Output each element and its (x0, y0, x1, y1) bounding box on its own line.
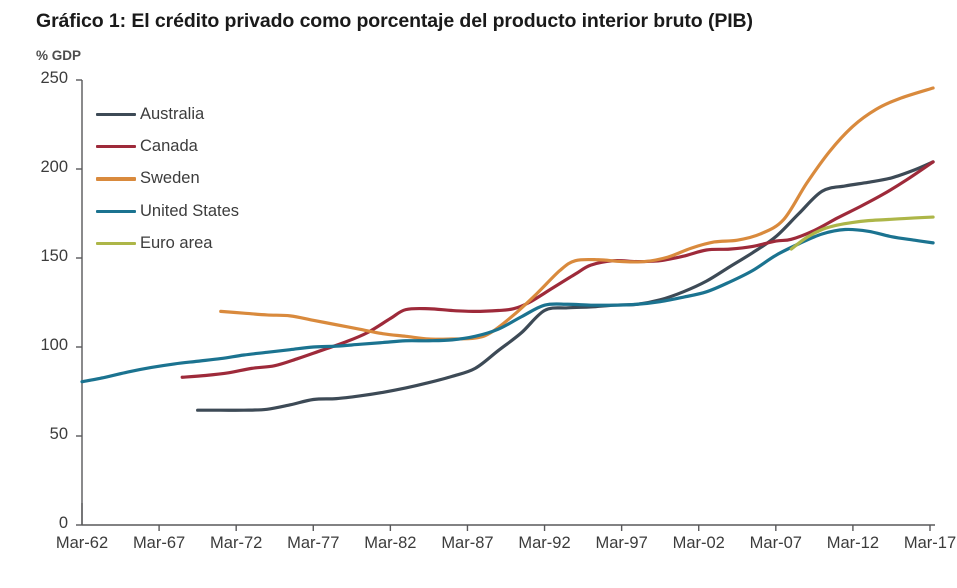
chart-container: Gráfico 1: El crédito privado como porce… (0, 0, 957, 588)
y-axis-tick-label: 250 (40, 69, 68, 87)
y-axis-tick-label: 100 (40, 336, 68, 354)
y-axis-tick-label: 50 (49, 425, 68, 443)
legend-swatch-icon (96, 144, 136, 149)
y-axis-tick-label: 0 (58, 514, 68, 532)
legend-item-australia[interactable]: Australia (96, 98, 239, 130)
y-axis-tick-label: 200 (40, 158, 68, 176)
legend-item-label: Australia (140, 104, 205, 123)
legend-swatch-icon (96, 209, 136, 214)
series-line-euro-area (789, 215, 935, 251)
legend-item-label: Canada (140, 137, 198, 156)
legend-item-sweden[interactable]: Sweden (96, 163, 239, 195)
legend-swatch-icon (96, 242, 136, 246)
legend-item-euro-area[interactable]: Euro area (96, 228, 239, 260)
series-line-australia (196, 160, 935, 412)
chart-legend: Australia Canada Sweden United States Euro a… (96, 98, 239, 260)
legend-item-united-states[interactable]: United States (96, 195, 239, 227)
legend-swatch-icon (96, 177, 136, 181)
legend-item-label: Sweden (140, 169, 200, 188)
plot-area (76, 79, 935, 531)
legend-swatch-icon (96, 112, 136, 116)
legend-item-label: Euro area (140, 234, 213, 253)
y-axis-tick-label: 150 (40, 247, 68, 265)
series-line-sweden (219, 86, 935, 341)
legend-item-label: United States (140, 201, 240, 220)
legend-item-canada[interactable]: Canada (96, 130, 239, 162)
x-axis-tick-label: Mar-17 (903, 534, 957, 552)
